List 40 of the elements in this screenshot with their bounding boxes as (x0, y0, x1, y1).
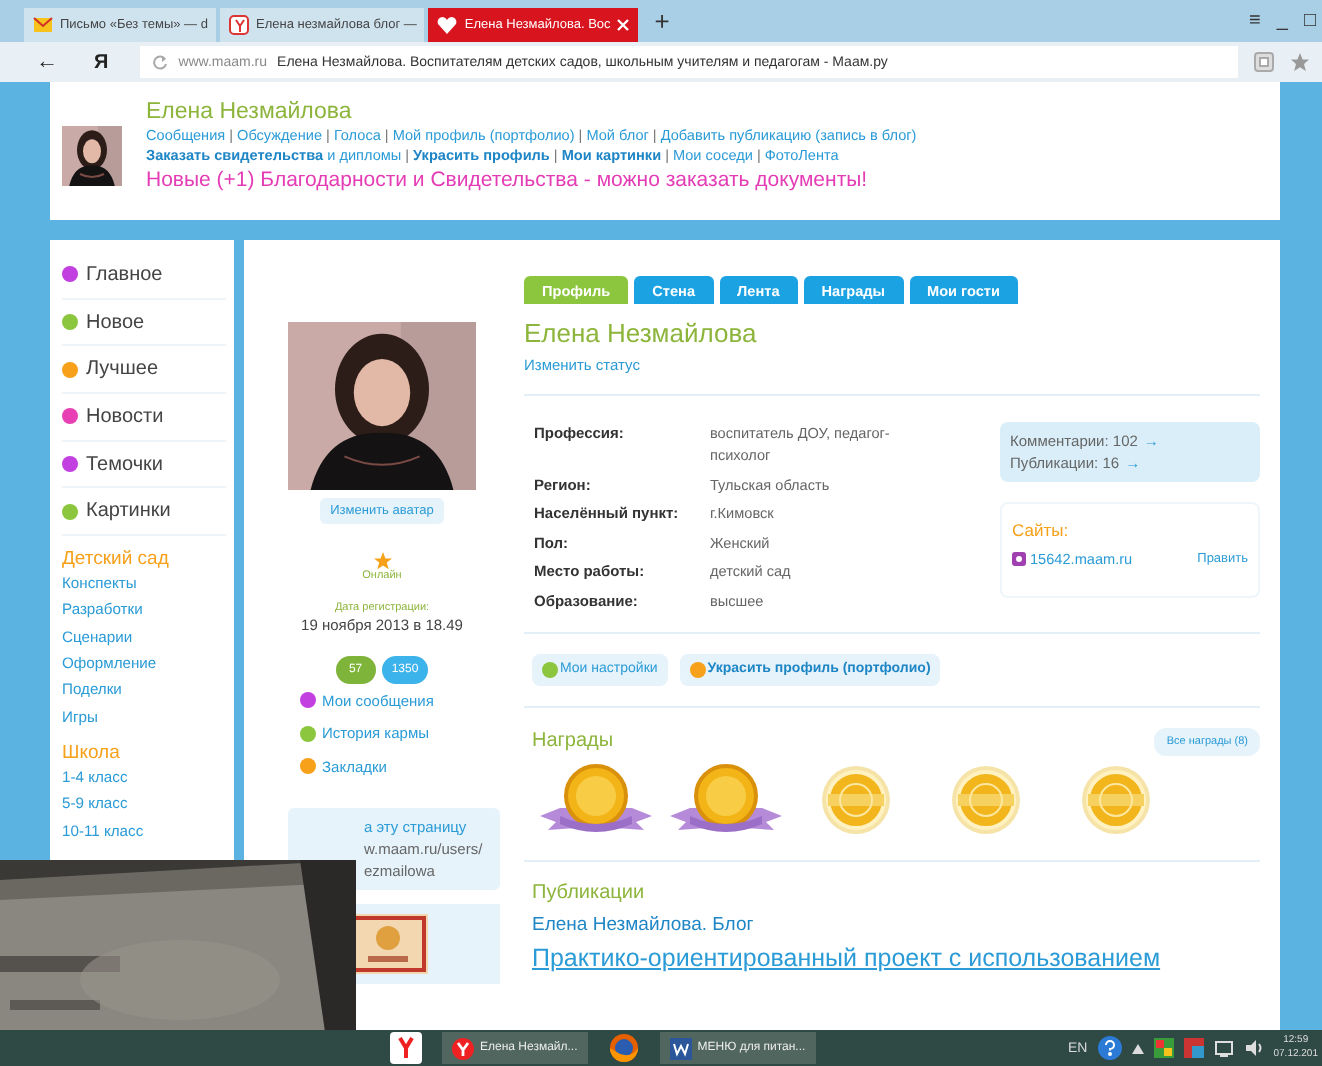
help-icon (1097, 1036, 1122, 1060)
refresh-icon (152, 54, 169, 70)
new-tab-button[interactable]: + (642, 6, 682, 36)
section-title: Детский сад (62, 548, 171, 571)
sites-title: Сайты: (1012, 520, 1071, 540)
close-icon (616, 18, 631, 32)
yandex-icon (452, 1037, 474, 1059)
star-icon (373, 552, 391, 570)
sidebar-item[interactable]: Новости (86, 405, 164, 428)
yandex-icon (227, 14, 250, 36)
site-icon (1012, 552, 1026, 566)
section-title: Награды (532, 730, 614, 752)
flag-icon (1183, 1038, 1204, 1058)
network-icon (1213, 1038, 1234, 1058)
window-control[interactable]: ≡ (1249, 10, 1261, 32)
user-name: Елена Незмайлова (146, 100, 354, 124)
sidebar-item[interactable]: Новое (86, 311, 145, 334)
back-button[interactable]: ← (36, 50, 58, 74)
flag-icon (1153, 1038, 1174, 1058)
browser-logo[interactable]: Я (94, 51, 109, 73)
sidebar-item[interactable]: Картинки (86, 500, 171, 523)
notice-link[interactable]: Новые (+1) Благодарности и Свидетельства - можно заказать документы! (146, 168, 917, 192)
heart-icon (436, 14, 459, 36)
section-title: Публикации (530, 881, 647, 903)
window-control[interactable]: _ (1276, 10, 1288, 32)
sidebar-item[interactable]: Темочки (86, 453, 163, 476)
window-control[interactable]: □ (1303, 10, 1316, 32)
word-icon (669, 1037, 692, 1059)
envelope-icon (32, 14, 54, 36)
profile-name: Елена Незмайлова (524, 318, 759, 348)
blog-link[interactable]: Елена Незмайлова. Блог (524, 913, 1260, 935)
post-title-link[interactable]: Практико-ориентированный проект с использованием (524, 943, 1260, 971)
section-title: Школа (62, 741, 122, 764)
sidebar-item[interactable]: Главное (86, 263, 163, 286)
caret-icon (1131, 1043, 1144, 1053)
page-icon (1254, 52, 1274, 72)
firefox-icon (607, 1032, 640, 1064)
sidebar-item[interactable]: Лучшее (86, 358, 159, 381)
star-icon (1290, 52, 1310, 72)
speaker-icon (1243, 1038, 1264, 1058)
